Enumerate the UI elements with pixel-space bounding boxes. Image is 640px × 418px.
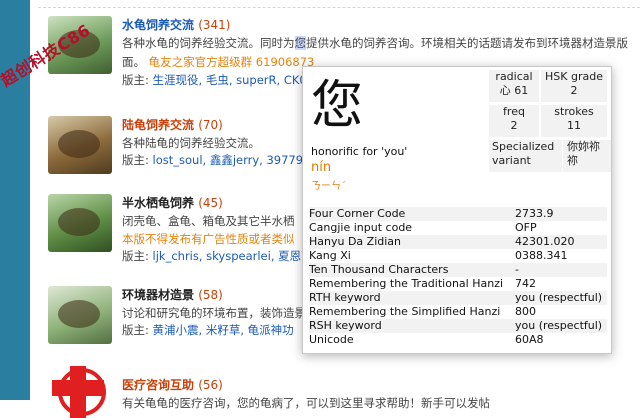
row-value: 800 bbox=[515, 305, 536, 318]
forum-title: 陆龟饲养交流 (70) bbox=[122, 116, 223, 133]
hsk-cell: HSK grade 2 bbox=[541, 70, 607, 102]
row-value: you (respectful) bbox=[515, 291, 603, 304]
mods-label: 版主: bbox=[122, 73, 149, 87]
row-value: 60A8 bbox=[515, 333, 544, 346]
mods-label: 版主: bbox=[122, 323, 149, 337]
strokes-value: 11 bbox=[567, 119, 581, 132]
table-row: RSH keyword you (respectful) bbox=[309, 319, 607, 333]
forum-count: (45) bbox=[198, 196, 223, 210]
table-row: Cangjie input code OFP bbox=[309, 221, 607, 235]
row-key: Unicode bbox=[309, 333, 354, 346]
table-row: Remembering the Simplified Hanzi 800 bbox=[309, 305, 607, 319]
forum-title: 半水栖龟饲养 (45) bbox=[122, 194, 223, 211]
row-value: 2733.9 bbox=[515, 207, 554, 220]
table-row: Ten Thousand Characters - bbox=[309, 263, 607, 277]
freq-cell: freq 2 bbox=[489, 105, 539, 137]
mods-label: 版主: bbox=[122, 249, 149, 263]
forum-notice: 龟友之家官方超级群 61906873 bbox=[148, 55, 315, 69]
row-key: Hanyu Da Zidian bbox=[309, 235, 402, 248]
moderator-links[interactable]: 黄浦小震, 米籽草, 龟派神功 bbox=[153, 323, 294, 337]
table-row: RTH keyword you (respectful) bbox=[309, 291, 607, 305]
popup-pinyin: nín bbox=[311, 160, 332, 175]
table-row: Hanyu Da Zidian 42301.020 bbox=[309, 235, 607, 249]
row-value: 0388.341 bbox=[515, 249, 568, 262]
forum-title: 医疗咨询互助 (56) bbox=[122, 376, 223, 393]
forum-title: 环境器材造景 (58) bbox=[122, 286, 223, 303]
radical-value: 心 61 bbox=[499, 84, 529, 97]
mods-label: 版主: bbox=[122, 153, 149, 167]
table-row: Remembering the Traditional Hanzi 742 bbox=[309, 277, 607, 291]
forum-count: (341) bbox=[198, 18, 231, 32]
moderator-links[interactable]: ljk_chris, skyspearlei, 夏恩雨 bbox=[153, 249, 313, 263]
selected-word[interactable]: 您 bbox=[294, 36, 306, 50]
forum-description: 有关龟龟的医疗咨询，您的龟病了，可以到这里寻求帮助！新手可以发帖 bbox=[122, 396, 490, 410]
forum-name-link[interactable]: 环境器材造景 bbox=[122, 288, 194, 302]
row-key: Remembering the Traditional Hanzi bbox=[309, 277, 504, 290]
moderator-links[interactable]: 生涯现役, 毛虫, superR, CK0 bbox=[153, 73, 307, 87]
row-key: Ten Thousand Characters bbox=[309, 263, 449, 276]
forum-thumbnail[interactable] bbox=[48, 194, 112, 252]
row-value: 742 bbox=[515, 277, 536, 290]
row-value: you (respectful) bbox=[515, 319, 603, 332]
forum-count: (58) bbox=[198, 288, 223, 302]
row-key: Kang Xi bbox=[309, 249, 351, 262]
row-key: RTH keyword bbox=[309, 291, 381, 304]
freq-value: 2 bbox=[510, 119, 518, 132]
hsk-label: HSK grade bbox=[545, 70, 603, 83]
hsk-value: 2 bbox=[570, 84, 578, 97]
forum-thumbnail[interactable] bbox=[48, 286, 112, 344]
row-value: - bbox=[515, 263, 519, 276]
radical-label: radical bbox=[495, 70, 533, 83]
row-key: Cangjie input code bbox=[309, 221, 413, 234]
table-row: Four Corner Code 2733.9 bbox=[309, 207, 607, 221]
forum-title: 水龟饲养交流 (341) bbox=[122, 16, 230, 33]
row-key: Four Corner Code bbox=[309, 207, 406, 220]
forum-count: (70) bbox=[198, 118, 223, 132]
forum-name-link[interactable]: 医疗咨询互助 bbox=[122, 378, 194, 392]
variant-label-cell: Specialized variant bbox=[489, 140, 562, 172]
table-row: Unicode 60A8 bbox=[309, 333, 607, 347]
desc-text: 各种水龟的饲养经验交流。同时为 bbox=[122, 36, 295, 50]
row-key: RSH keyword bbox=[309, 319, 382, 332]
popup-meaning: honorific for 'you' bbox=[311, 145, 408, 158]
forum-name-link[interactable]: 水龟饲养交流 bbox=[122, 18, 194, 32]
forum-count: (56) bbox=[198, 378, 223, 392]
medical-cross-icon[interactable] bbox=[52, 366, 106, 418]
popup-codes-table: Four Corner Code 2733.9 Cangjie input cod… bbox=[309, 207, 607, 347]
popup-character: 您 bbox=[311, 76, 364, 136]
top-divider bbox=[38, 0, 640, 8]
popup-bopomofo: ㄋㄧㄣˊ bbox=[311, 181, 346, 192]
radical-cell: radical 心 61 bbox=[489, 70, 539, 102]
forum-name-link[interactable]: 半水栖龟饲养 bbox=[122, 196, 194, 210]
forum-thumbnail[interactable] bbox=[48, 116, 112, 174]
strokes-label: strokes bbox=[554, 105, 594, 118]
forum-name-link[interactable]: 陆龟饲养交流 bbox=[122, 118, 194, 132]
table-row: Kang Xi 0388.341 bbox=[309, 249, 607, 263]
variant-value-cell: 你妳祢 祢 bbox=[563, 140, 611, 172]
freq-label: freq bbox=[503, 105, 525, 118]
dictionary-popup: 您 radical 心 61 HSK grade 2 freq 2 stroke… bbox=[302, 66, 612, 354]
strokes-cell: strokes 11 bbox=[541, 105, 607, 137]
row-value: 42301.020 bbox=[515, 235, 575, 248]
row-key: Remembering the Simplified Hanzi bbox=[309, 305, 501, 318]
moderator-links[interactable]: lost_soul, 鑫鑫jerry, 397797 bbox=[153, 153, 311, 167]
row-value: OFP bbox=[515, 221, 537, 234]
